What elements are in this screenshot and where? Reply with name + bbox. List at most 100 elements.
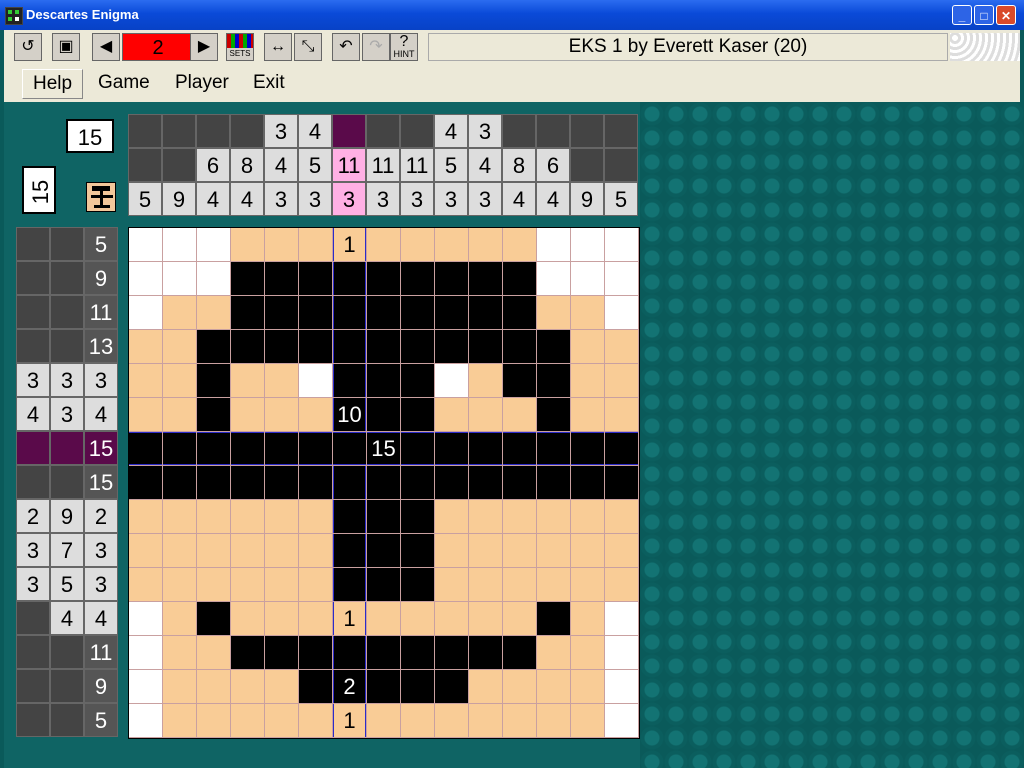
grid-cell[interactable] [129,466,163,500]
grid-cell[interactable] [299,534,333,568]
grid-cell[interactable] [469,364,503,398]
grid-cell[interactable] [129,432,163,466]
grid-cell[interactable]: 1 [333,228,367,262]
row-clue[interactable]: 15 [84,465,118,499]
grid-cell[interactable] [401,432,435,466]
column-clue[interactable] [128,114,162,148]
column-clue[interactable]: 4 [434,114,468,148]
grid-cell[interactable] [163,228,197,262]
grid-cell[interactable] [197,296,231,330]
grid-cell[interactable] [537,466,571,500]
row-clue[interactable]: 4 [84,397,118,431]
grid-cell[interactable] [435,296,469,330]
grid-cell[interactable] [503,228,537,262]
row-clue[interactable] [16,431,50,465]
grid-cell[interactable] [571,330,605,364]
row-clue[interactable]: 3 [16,363,50,397]
grid-cell[interactable]: 1 [333,602,367,636]
grid-cell[interactable] [299,398,333,432]
column-clue[interactable]: 9 [162,182,196,216]
grid-cell[interactable] [231,432,265,466]
grid-cell[interactable] [571,364,605,398]
row-clue[interactable]: 5 [84,703,118,737]
column-clue[interactable] [162,148,196,182]
grid-cell[interactable] [367,296,401,330]
row-clue[interactable]: 11 [84,635,118,669]
grid-cell[interactable] [265,500,299,534]
grid-cell[interactable] [503,500,537,534]
column-clue[interactable]: 4 [536,182,570,216]
grid-cell[interactable] [469,636,503,670]
grid-cell[interactable] [537,500,571,534]
grid-cell[interactable] [129,602,163,636]
row-clue[interactable]: 4 [84,601,118,635]
grid-cell[interactable] [163,364,197,398]
row-clue[interactable] [50,669,84,703]
grid-cell[interactable] [231,704,265,738]
grid-cell[interactable] [469,704,503,738]
row-clue[interactable] [16,703,50,737]
column-clue[interactable] [128,148,162,182]
grid-cell[interactable] [605,398,639,432]
row-clue[interactable] [50,295,84,329]
grid-cell[interactable] [299,602,333,636]
grid-cell[interactable] [333,330,367,364]
grid-cell[interactable] [435,568,469,602]
grid-cell[interactable] [367,670,401,704]
maximize-button[interactable]: □ [974,5,994,25]
grid-cell[interactable] [469,500,503,534]
grid-cell[interactable] [299,432,333,466]
grid-cell[interactable] [367,262,401,296]
grid-cell[interactable] [129,330,163,364]
grid-cell[interactable] [129,500,163,534]
grid-cell[interactable] [265,704,299,738]
grid-cell[interactable] [571,704,605,738]
grid-cell[interactable] [435,262,469,296]
grid-cell[interactable] [197,602,231,636]
grid-cell[interactable] [537,568,571,602]
grid-cell[interactable] [537,670,571,704]
grid-cell[interactable] [537,228,571,262]
grid-cell[interactable] [503,670,537,704]
grid-cell[interactable] [367,500,401,534]
row-clue[interactable]: 4 [16,397,50,431]
grid-cell[interactable] [537,704,571,738]
grid-cell[interactable] [231,500,265,534]
grid-cell[interactable] [299,568,333,602]
grid-cell[interactable] [435,534,469,568]
row-clue[interactable] [16,261,50,295]
row-clue[interactable] [50,261,84,295]
menu-player[interactable]: Player [175,72,229,94]
grid-cell[interactable] [435,466,469,500]
grid-cell[interactable] [197,704,231,738]
grid-cell[interactable] [401,534,435,568]
grid-cell[interactable] [469,262,503,296]
grid-cell[interactable] [571,228,605,262]
grid-cell[interactable] [163,670,197,704]
row-clue[interactable] [50,329,84,363]
grid-cell[interactable] [503,398,537,432]
grid-cell[interactable] [605,602,639,636]
grid-cell[interactable] [503,568,537,602]
column-clue[interactable]: 8 [230,148,264,182]
grid-cell[interactable] [265,568,299,602]
grid-cell[interactable]: 15 [367,432,401,466]
column-clue[interactable]: 3 [468,114,502,148]
grid-cell[interactable] [435,500,469,534]
grid-cell[interactable] [469,398,503,432]
row-clue[interactable] [50,465,84,499]
grid-cell[interactable] [265,262,299,296]
grid-cell[interactable] [265,432,299,466]
grid-cell[interactable] [333,636,367,670]
grid-cell[interactable] [503,534,537,568]
grid-cell[interactable] [571,398,605,432]
grid-cell[interactable] [265,534,299,568]
grid-cell[interactable] [265,228,299,262]
grid-cell[interactable] [435,330,469,364]
grid-cell[interactable] [197,398,231,432]
grid-cell[interactable] [367,364,401,398]
grid-cell[interactable] [435,670,469,704]
grid-cell[interactable] [163,398,197,432]
grid-cell[interactable] [367,704,401,738]
row-clue[interactable]: 4 [50,601,84,635]
